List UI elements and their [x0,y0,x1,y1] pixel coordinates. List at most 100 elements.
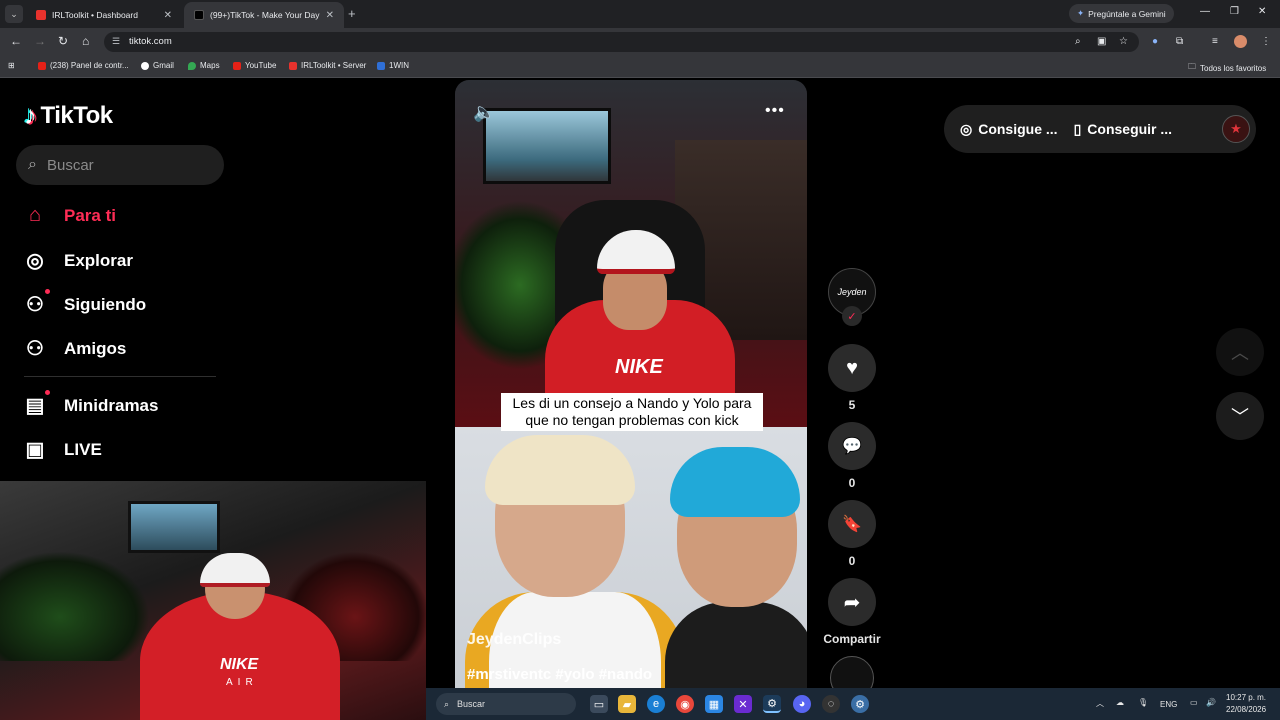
video-player[interactable]: NIKE Les di un consejo a Nando y Yolo pa… [455,80,807,720]
bookmark-panel[interactable]: (238) Panel de contr... [38,61,129,70]
close-window-icon[interactable]: ✕ [1258,6,1266,17]
video-hair-blonde [485,435,635,505]
discord-icon[interactable]: ◕ [793,695,811,713]
more-options-icon[interactable]: ••• [765,102,785,120]
windows-taskbar: ⌕ Buscar ▭ ▰ e ◉ ▦ ✕ ⚙ ◕ ◌ ⚙ ︿ ☁ 🎙 ENG ▭… [426,688,1280,720]
close-tab-icon[interactable]: ✕ [326,10,334,21]
network-icon[interactable]: ▭ [1190,698,1198,707]
like-button[interactable]: ♥ [828,344,876,392]
new-tab-icon[interactable]: + [348,6,356,21]
chrome-icon[interactable]: ◉ [676,695,694,713]
store-icon[interactable]: ▦ [705,695,723,713]
search-box[interactable]: ⌕ [16,145,224,185]
home-icon[interactable]: ⌂ [82,34,89,48]
get-coins-button[interactable]: ◎ Consigue ... [944,121,1058,138]
extensions-puzzle-icon[interactable]: ⧉ [1176,36,1183,47]
nav-amigos[interactable]: ⚇ Amigos [22,336,126,361]
youtube-icon [233,61,241,70]
reload-icon[interactable]: ↻ [58,34,68,48]
settings-gear-icon[interactable]: ⚙ [851,695,869,713]
microphone-icon[interactable]: 🎙 [1138,698,1148,707]
gemini-button[interactable]: ✦ Pregúntale a Gemini [1069,4,1174,23]
like-count: 5 [848,398,856,412]
bookmark-youtube[interactable]: YouTube [233,61,276,70]
volume-icon[interactable]: 🔈 [473,102,495,123]
nav-siguiendo[interactable]: ⚇ Siguiendo [22,289,146,317]
video-hashtags[interactable]: #mrstiventc #yolo #nando [467,666,652,683]
video-author[interactable]: JeydenClips [467,631,561,649]
next-video-button[interactable]: ﹀ [1216,392,1264,440]
taskbar-search-label: Buscar [457,699,486,709]
profile-avatar-icon[interactable] [1234,35,1247,48]
logo-text: TikTok [40,101,114,129]
nav-explorar[interactable]: ◎ Explorar [22,248,133,273]
tiktok-favicon-icon [194,10,204,20]
obs-icon[interactable]: ◌ [822,695,840,713]
address-bar[interactable]: ☰ tiktok.com [104,32,1139,52]
edge-icon[interactable]: e [647,695,665,713]
save-button[interactable]: 🔖 [828,500,876,548]
volume-icon[interactable]: 🔊 [1206,698,1216,707]
video-caption: Les di un consejo a Nando y Yolo para qu… [501,393,763,431]
task-view-icon[interactable]: ▭ [590,695,608,713]
app-x-icon[interactable]: ✕ [734,695,752,713]
search-icon: ⌕ [28,156,37,173]
back-icon[interactable]: ← [10,34,22,48]
get-app-button[interactable]: ▯ Conseguir ... [1058,121,1173,138]
nav-para-ti[interactable]: ⌂ Para ti [22,204,116,227]
steam-icon[interactable]: ⚙ [763,695,781,713]
file-explorer-icon[interactable]: ▰ [618,695,636,713]
film-icon: ▤ [22,390,50,418]
bookmark-star-icon[interactable]: ☆ [1119,36,1128,47]
nav-label: Minidramas [64,395,159,415]
tiktok-logo[interactable]: ♪ TikTok [24,100,113,131]
webcam-shirt-sub: AIR [226,677,258,688]
search-input[interactable] [46,156,197,174]
language-indicator[interactable]: ENG [1160,700,1177,709]
extension-icon[interactable]: ● [1152,36,1158,47]
nav-live[interactable]: ▣ LIVE [22,437,102,462]
nav-divider [24,376,216,377]
close-tab-icon[interactable]: ✕ [164,10,172,21]
youtube-icon [38,61,46,70]
bookmark-irltoolkit[interactable]: IRLToolkit • Server [289,61,366,70]
forward-icon[interactable]: → [34,34,46,48]
gemini-label: Pregúntale a Gemini [1088,8,1166,19]
chevron-up-icon: ︿ [1231,343,1249,363]
apps-grid-icon[interactable]: ⊞ [8,61,15,70]
restore-icon[interactable]: ❐ [1230,6,1239,17]
nav-label: Explorar [64,250,133,270]
tray-chevron-icon[interactable]: ︿ [1096,698,1104,709]
comment-button[interactable]: 💬 [828,422,876,470]
taskbar-search[interactable]: ⌕ Buscar [436,693,576,715]
follow-check-icon[interactable]: ✓ [842,306,862,326]
user-avatar[interactable]: ★ [1222,115,1250,143]
nav-minidramas[interactable]: ▤ Minidramas [22,390,159,418]
clock-date[interactable]: 22/08/2026 [1226,705,1266,714]
get-coins-label: Consigue ... [978,121,1058,137]
install-app-icon[interactable]: ▣ [1097,36,1106,47]
webcam-tv [128,501,220,553]
share-button[interactable]: ➦ [828,578,876,626]
save-count: 0 [848,554,856,568]
clock-time[interactable]: 10:27 p. m. [1226,693,1266,702]
tiktok-note-icon: ♪ [24,100,37,130]
tab-tiktok[interactable]: (99+)TikTok - Make Your Day ✕ [184,2,344,28]
tab-search-icon[interactable]: ⌄ [5,5,23,23]
previous-video-button[interactable]: ︿ [1216,328,1264,376]
zoom-icon[interactable]: ⌕ [1075,36,1081,47]
minimize-icon[interactable]: — [1200,6,1210,17]
site-info-icon[interactable]: ☰ [112,36,120,47]
bookmark-label: (238) Panel de contr... [50,61,129,70]
bookmark-gmail[interactable]: Gmail [141,61,174,70]
all-bookmarks-folder[interactable]: 🗀 Todos los favoritos [1188,61,1266,75]
friends-icon: ⚇ [26,338,44,360]
media-controls-icon[interactable]: ≡ [1212,36,1218,47]
irltoolkit-icon [289,61,297,70]
chrome-menu-icon[interactable]: ⋮ [1261,36,1271,47]
onedrive-icon[interactable]: ☁ [1116,698,1124,707]
bookmark-maps[interactable]: Maps [188,61,220,70]
tab-irltoolkit[interactable]: IRLToolkit • Dashboard ✕ [26,2,182,28]
following-icon: ⚇ [22,289,50,317]
bookmark-1win[interactable]: 1WIN [377,61,409,70]
